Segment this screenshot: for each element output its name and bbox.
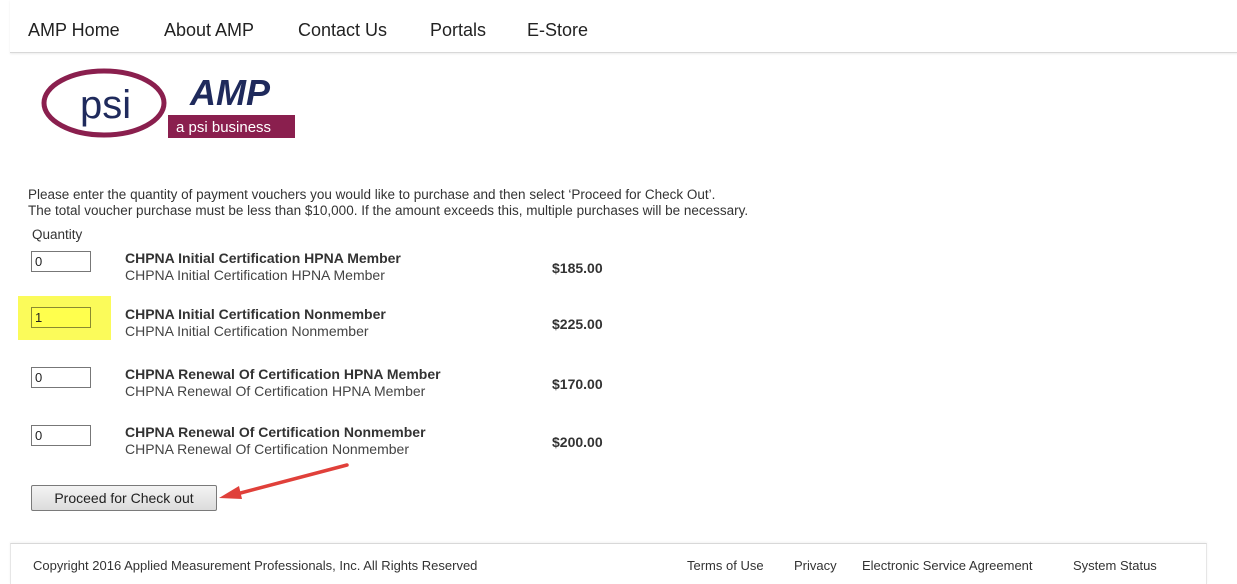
quantity-input[interactable]: [31, 251, 91, 272]
voucher-description: CHPNA Initial Certification Nonmember: [125, 323, 369, 339]
voucher-description: CHPNA Renewal Of Certification HPNA Memb…: [125, 383, 426, 399]
voucher-row: CHPNA Initial Certification HPNA Member …: [0, 248, 800, 298]
footer-link-privacy[interactable]: Privacy: [794, 558, 837, 573]
instructions: Please enter the quantity of payment vou…: [28, 187, 748, 219]
logo-tagline: a psi business: [176, 119, 271, 136]
quantity-input[interactable]: [31, 425, 91, 446]
instructions-line-2: The total voucher purchase must be less …: [28, 203, 749, 218]
annotation-arrow-icon: [219, 463, 349, 499]
instructions-line-1: Please enter the quantity of payment vou…: [28, 187, 716, 202]
quantity-input[interactable]: [31, 367, 91, 388]
voucher-price: $185.00: [552, 260, 603, 276]
voucher-price: $225.00: [552, 316, 603, 332]
quantity-header: Quantity: [32, 227, 83, 242]
top-navbar: AMP Home About AMP Contact Us Portals E-…: [10, 0, 1237, 53]
voucher-price: $200.00: [552, 434, 603, 450]
nav-amp-home[interactable]: AMP Home: [28, 20, 120, 41]
logo-psi-text: psi: [80, 83, 131, 127]
voucher-row: CHPNA Renewal Of Certification Nonmember…: [0, 422, 800, 472]
quantity-input[interactable]: [31, 307, 91, 328]
nav-contact-us[interactable]: Contact Us: [298, 20, 387, 41]
voucher-row: CHPNA Renewal Of Certification HPNA Memb…: [0, 364, 800, 414]
voucher-description: CHPNA Initial Certification HPNA Member: [125, 267, 385, 283]
voucher-price: $170.00: [552, 376, 603, 392]
voucher-row: CHPNA Initial Certification Nonmember CH…: [0, 296, 800, 354]
voucher-name: CHPNA Initial Certification Nonmember: [125, 306, 386, 322]
nav-portals[interactable]: Portals: [430, 20, 486, 41]
nav-about-amp[interactable]: About AMP: [164, 20, 254, 41]
footer-link-service-agreement[interactable]: Electronic Service Agreement: [862, 558, 1033, 573]
logo-amp-text: AMP: [189, 72, 271, 113]
proceed-checkout-button[interactable]: Proceed for Check out: [31, 485, 217, 511]
voucher-name: CHPNA Renewal Of Certification Nonmember: [125, 424, 426, 440]
voucher-name: CHPNA Renewal Of Certification HPNA Memb…: [125, 366, 441, 382]
footer: Copyright 2016 Applied Measurement Profe…: [10, 543, 1207, 584]
voucher-description: CHPNA Renewal Of Certification Nonmember: [125, 441, 409, 457]
voucher-name: CHPNA Initial Certification HPNA Member: [125, 250, 401, 266]
copyright-text: Copyright 2016 Applied Measurement Profe…: [33, 558, 478, 573]
footer-link-system-status[interactable]: System Status: [1073, 558, 1157, 573]
nav-e-store[interactable]: E-Store: [527, 20, 588, 41]
footer-link-terms[interactable]: Terms of Use: [687, 558, 764, 573]
psi-amp-logo[interactable]: psi AMP a psi business: [40, 65, 300, 155]
